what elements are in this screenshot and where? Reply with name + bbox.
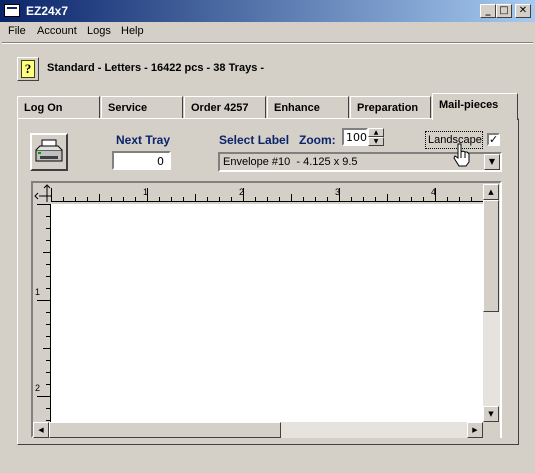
menu-account[interactable]: Account — [37, 25, 77, 37]
horizontal-scrollbar[interactable]: ◀ ▶ — [33, 422, 483, 438]
tab-service[interactable]: Service — [101, 96, 183, 118]
tab-preparation[interactable]: Preparation — [350, 96, 431, 118]
label-preview-canvas[interactable] — [51, 204, 483, 422]
ruler-h-label-3: 3 — [335, 187, 340, 197]
ruler-h-label-1: 1 — [143, 187, 148, 197]
scroll-left-icon[interactable]: ◀ — [33, 422, 49, 438]
next-tray-label: Next Tray — [116, 133, 171, 147]
maximize-button[interactable]: □ — [496, 4, 512, 18]
help-button[interactable]: ? — [17, 57, 39, 81]
ruler-h-label-4: 4 — [431, 187, 436, 197]
zoom-input[interactable]: 100 — [342, 128, 368, 146]
horizontal-scroll-thumb[interactable] — [49, 422, 281, 438]
ruler-v-label-2: 2 — [35, 383, 40, 393]
print-button[interactable] — [30, 133, 68, 171]
zoom-spinner[interactable]: ▲ ▼ — [368, 128, 384, 146]
select-label-label: Select Label — [219, 133, 290, 147]
label-select-value: Envelope #10 - 4.125 x 9.5 — [223, 156, 358, 168]
vertical-scroll-thumb[interactable] — [483, 200, 499, 312]
close-button[interactable]: ✕ — [515, 4, 531, 18]
ruler-v-label-1: 1 — [35, 287, 40, 297]
ruler-origin — [33, 184, 51, 204]
hand-cursor-icon — [453, 143, 470, 167]
menu-help[interactable]: Help — [121, 25, 144, 37]
minimize-button[interactable]: _ — [480, 4, 496, 18]
tab-order[interactable]: Order 4257 — [184, 96, 266, 118]
scroll-corner — [483, 422, 500, 438]
menu-file[interactable]: File — [8, 25, 26, 37]
vertical-ruler: 1 2 — [33, 204, 51, 422]
menu-separator — [2, 42, 533, 44]
printer-icon — [35, 139, 63, 162]
landscape-checkbox[interactable]: ✓ — [487, 133, 500, 146]
scroll-down-icon[interactable]: ▼ — [483, 406, 499, 422]
menu-logs[interactable]: Logs — [87, 25, 111, 37]
app-icon — [4, 4, 20, 17]
tab-mail-pieces[interactable]: Mail-pieces — [432, 93, 518, 120]
vertical-scrollbar[interactable]: ▲ ▼ — [483, 184, 500, 422]
status-text: Standard - Letters - 16422 pcs - 38 Tray… — [47, 62, 265, 74]
spin-up-icon[interactable]: ▲ — [368, 128, 384, 137]
ruler-h-label-2: 2 — [239, 187, 244, 197]
menu-bar: File Account Logs Help — [0, 22, 535, 41]
scroll-up-icon[interactable]: ▲ — [483, 184, 499, 200]
spin-down-icon[interactable]: ▼ — [368, 137, 384, 146]
chevron-down-icon[interactable]: ▼ — [484, 154, 500, 170]
window-title: EZ24x7 — [26, 4, 69, 18]
help-icon: ? — [21, 60, 35, 78]
title-bar: EZ24x7 _ □ ✕ — [0, 0, 535, 22]
tab-log-on[interactable]: Log On — [17, 96, 100, 118]
scroll-right-icon[interactable]: ▶ — [467, 422, 483, 438]
zoom-label: Zoom: — [299, 133, 336, 147]
tab-enhance[interactable]: Enhance — [267, 96, 349, 118]
horizontal-ruler: 1 2 3 4 — [51, 184, 483, 202]
next-tray-input[interactable]: 0 — [112, 151, 171, 170]
